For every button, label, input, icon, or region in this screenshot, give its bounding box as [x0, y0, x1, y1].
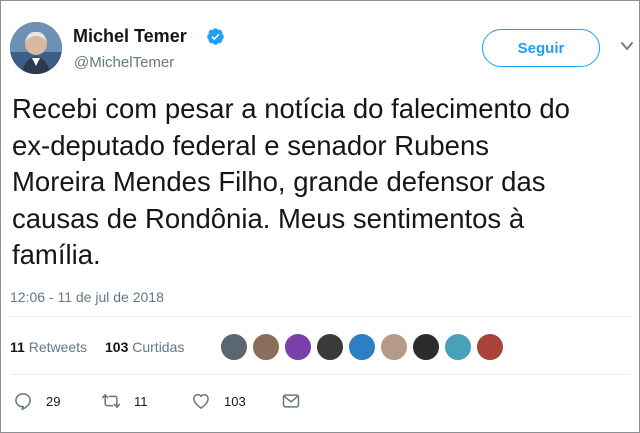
direct-message-button[interactable] [281, 390, 301, 412]
tweet-card: Michel Temer @MichelTemer Seguir Recebi … [0, 0, 640, 433]
liker-avatar[interactable] [475, 332, 505, 362]
reply-count: 29 [46, 393, 61, 409]
liker-avatar[interactable] [411, 332, 441, 362]
liker-avatar[interactable] [347, 332, 377, 362]
envelope-icon [282, 394, 300, 408]
chevron-down-icon[interactable] [620, 39, 634, 53]
tweet-timestamp[interactable]: 12:06 - 11 de jul de 2018 [10, 289, 164, 305]
liker-avatar[interactable] [283, 332, 313, 362]
retweet-icon [101, 394, 121, 408]
retweets-stat[interactable]: 11 Retweets [10, 339, 87, 355]
liker-avatar[interactable] [315, 332, 345, 362]
author-avatar[interactable] [10, 22, 62, 74]
reply-button[interactable]: 29 [13, 390, 60, 412]
reply-icon [15, 393, 31, 411]
likes-count: 103 [105, 339, 129, 355]
liker-avatar[interactable] [379, 332, 409, 362]
author-name[interactable]: Michel Temer [73, 26, 187, 47]
divider [10, 316, 632, 317]
author-handle[interactable]: @MichelTemer [74, 54, 174, 71]
likes-label: Curtidas [132, 339, 185, 355]
retweet-button[interactable]: 11 [101, 390, 148, 412]
retweet-count: 11 [134, 393, 148, 409]
liker-avatar[interactable] [251, 332, 281, 362]
liker-avatar[interactable] [219, 332, 249, 362]
heart-icon [193, 393, 209, 409]
follow-button[interactable]: Seguir [482, 29, 600, 67]
likes-stat[interactable]: 103 Curtidas [105, 339, 184, 355]
tweet-text: Recebi com pesar a notícia do faleciment… [12, 93, 570, 270]
divider [10, 374, 632, 375]
liker-avatar[interactable] [443, 332, 473, 362]
retweets-label: Retweets [28, 339, 88, 355]
like-count: 103 [224, 393, 246, 409]
like-button[interactable]: 103 [191, 390, 246, 412]
verified-badge-icon [207, 28, 224, 45]
retweets-count: 11 [10, 339, 25, 355]
